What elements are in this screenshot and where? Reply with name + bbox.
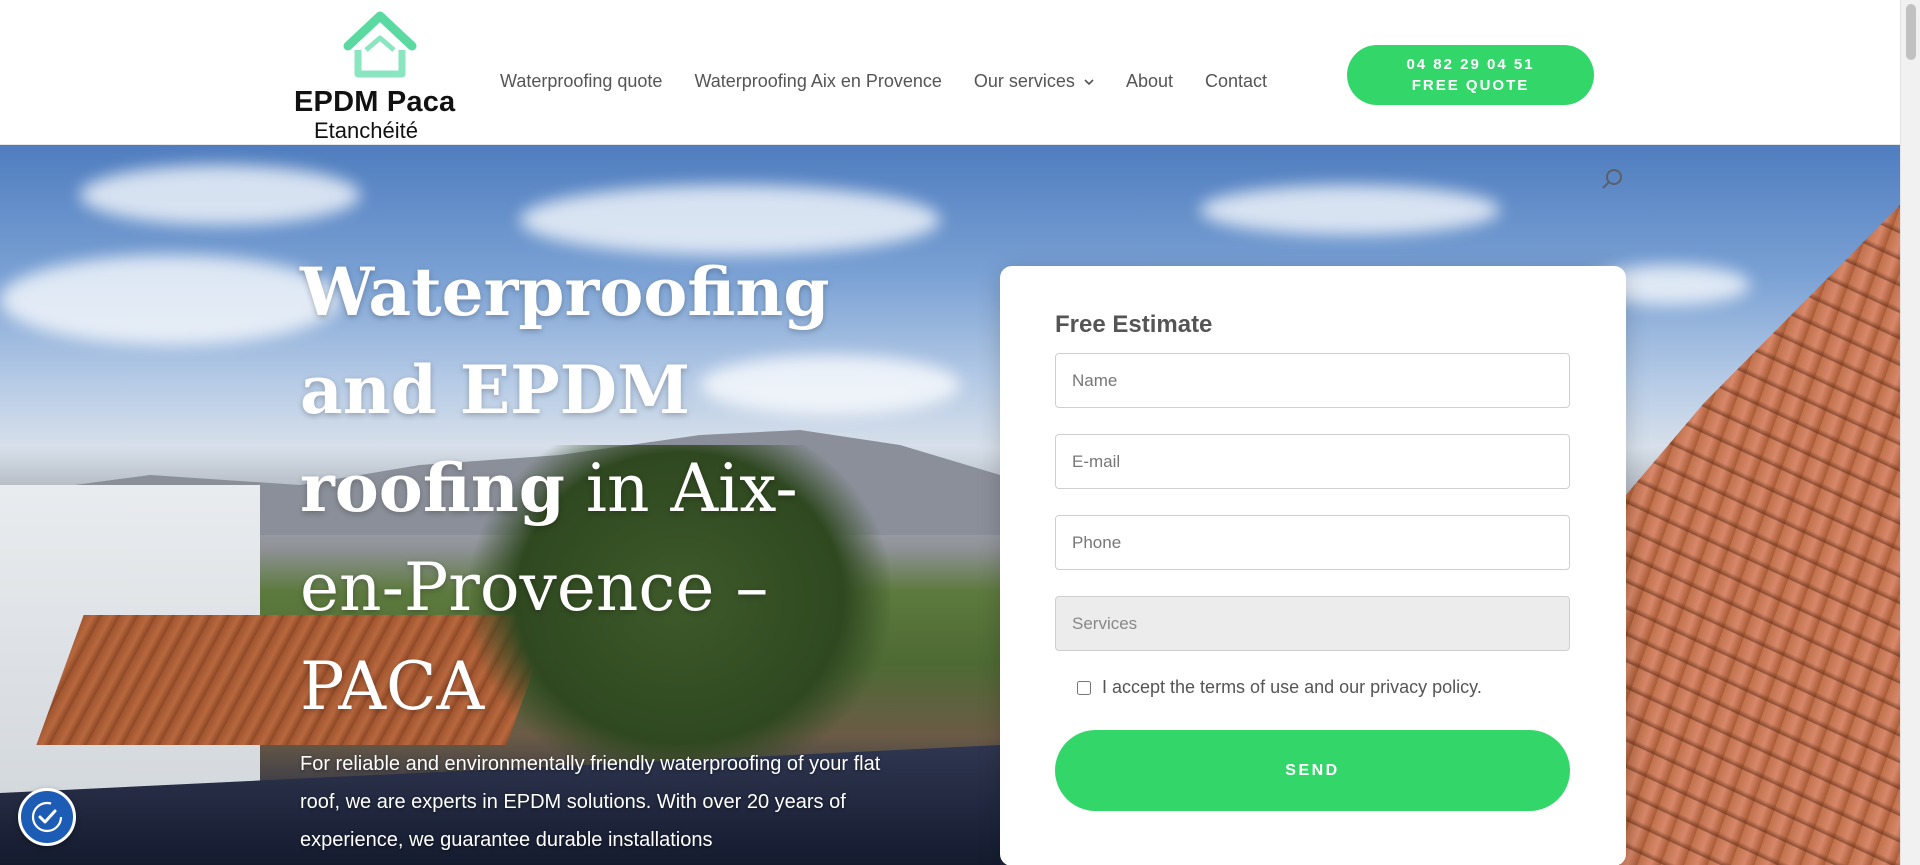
cta-label: FREE QUOTE (1411, 77, 1530, 94)
nav-item-about[interactable]: About (1126, 71, 1173, 92)
site-header: EPDM Paca Etanchéité Waterproofing quote… (0, 0, 1900, 145)
accessibility-button[interactable] (18, 788, 76, 846)
cloud (80, 165, 360, 225)
cta-phone: 04 82 29 04 51 (1406, 56, 1535, 73)
site-logo[interactable]: EPDM Paca Etanchéité (292, 10, 472, 143)
consent-checkbox[interactable] (1077, 680, 1091, 695)
hero-title: Waterproofing and EPDM roofing in Aix-en… (300, 243, 860, 736)
logo-tagline: Etanchéité (314, 118, 418, 143)
chevron-down-icon (1084, 78, 1094, 85)
hero-section: Waterproofing and EPDM roofing in Aix-en… (0, 145, 1900, 865)
cloud (1200, 185, 1500, 235)
scrollbar-thumb[interactable] (1906, 4, 1916, 60)
page-scrollbar[interactable] (1900, 0, 1920, 865)
nav-item-waterproofing-aix[interactable]: Waterproofing Aix en Provence (694, 71, 941, 92)
house-logo-icon (343, 11, 417, 78)
estimate-form: Free Estimate Services I accept the term… (1000, 266, 1626, 865)
free-quote-button[interactable]: 04 82 29 04 51 FREE QUOTE (1347, 45, 1594, 105)
nav-item-contact[interactable]: Contact (1205, 71, 1267, 92)
main-nav: Waterproofing quote Waterproofing Aix en… (500, 71, 1299, 92)
hero-description: For reliable and environmentally friendl… (300, 753, 881, 851)
consent-label: I accept the terms of use and our privac… (1102, 677, 1482, 697)
email-input[interactable] (1055, 434, 1570, 489)
logo-wordmark: EPDM Paca (294, 86, 456, 118)
cloud (0, 255, 340, 345)
phone-input[interactable] (1055, 515, 1570, 570)
nav-item-our-services[interactable]: Our services (974, 71, 1094, 92)
accessibility-icon (31, 801, 63, 833)
services-select[interactable]: Services (1055, 596, 1570, 651)
name-input[interactable] (1055, 353, 1570, 408)
services-placeholder: Services (1072, 613, 1138, 633)
nav-item-our-services-label: Our services (973, 71, 1075, 91)
form-title: Free Estimate (1055, 311, 1213, 338)
nav-item-waterproofing-quote[interactable]: Waterproofing quote (500, 71, 662, 92)
search-icon[interactable] (1600, 167, 1624, 191)
consent-row[interactable]: I accept the terms of use and our privac… (1077, 677, 1570, 698)
send-button[interactable]: SEND (1055, 730, 1570, 811)
